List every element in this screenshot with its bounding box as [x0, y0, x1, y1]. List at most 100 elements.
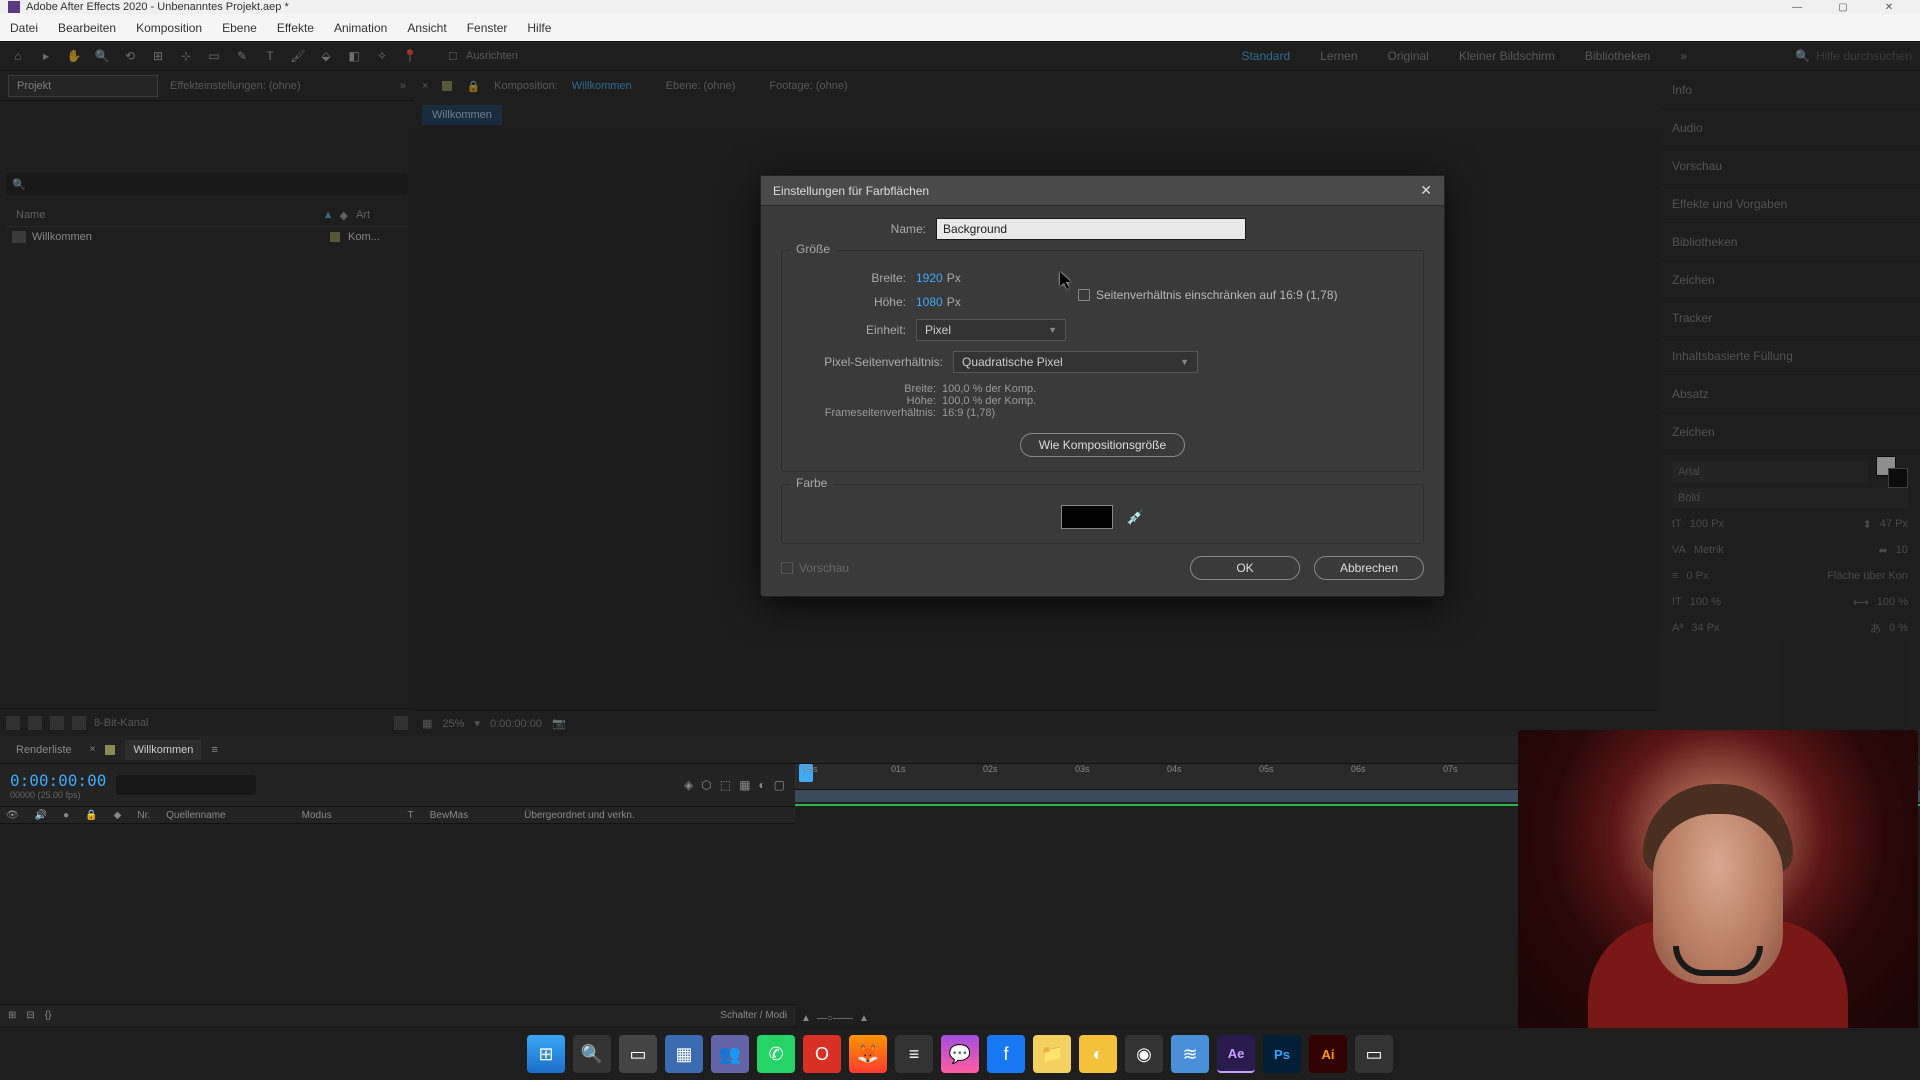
panel-absatz[interactable]: Absatz	[1660, 375, 1920, 413]
graph-editor-icon[interactable]: ▢	[774, 778, 785, 792]
resolution-dropdown[interactable]: ▾	[474, 717, 480, 730]
eraser-tool-icon[interactable]: ◧	[344, 46, 364, 66]
make-comp-size-button[interactable]: Wie Kompositionsgröße	[1020, 433, 1185, 457]
workspace-lernen[interactable]: Lernen	[1320, 49, 1357, 63]
menu-hilfe[interactable]: Hilfe	[527, 21, 551, 35]
brush-tool-icon[interactable]: 🖌	[288, 46, 308, 66]
cancel-button[interactable]: Abbrechen	[1314, 556, 1424, 580]
app-icon-last[interactable]: ▭	[1355, 1035, 1393, 1073]
toggle-switch-icon2[interactable]: ⊟	[26, 1010, 34, 1021]
vscale-value[interactable]: 100 %	[1690, 596, 1721, 608]
audio-col-icon[interactable]: 🔊	[35, 810, 47, 821]
lock-icon[interactable]: 🔒	[466, 80, 480, 93]
col-t[interactable]: T	[408, 810, 414, 821]
roto-tool-icon[interactable]: ✧	[372, 46, 392, 66]
dialog-titlebar[interactable]: Einstellungen für Farbflächen ✕	[761, 176, 1444, 206]
panel-info[interactable]: Info	[1660, 71, 1920, 109]
toggle-transfer-icon[interactable]: {}	[45, 1010, 52, 1021]
eye-col-icon[interactable]: 👁	[6, 810, 19, 821]
after-effects-icon[interactable]: Ae	[1217, 1035, 1255, 1073]
color-swatch-button[interactable]	[1061, 505, 1113, 529]
col-modus[interactable]: Modus	[302, 810, 332, 821]
tab-projekt[interactable]: Projekt	[8, 75, 158, 97]
solo-col-icon[interactable]: ●	[63, 810, 69, 821]
panel-audio[interactable]: Audio	[1660, 109, 1920, 147]
anchor-tool-icon[interactable]: ⊹	[176, 46, 196, 66]
name-input[interactable]	[936, 218, 1246, 240]
zoom-slider[interactable]: —○——	[817, 1013, 853, 1024]
panel-zeichen[interactable]: Zeichen	[1660, 261, 1920, 299]
teams-icon[interactable]: 👥	[711, 1035, 749, 1073]
toggle-switch-icon[interactable]: ⊞	[8, 1010, 16, 1021]
zoom-out-icon[interactable]: ▲	[801, 1013, 811, 1024]
app-icon-generic[interactable]: ≡	[895, 1035, 933, 1073]
zoom-value[interactable]: 25%	[442, 718, 464, 730]
close-dialog-button[interactable]: ✕	[1420, 182, 1432, 199]
font-size-value[interactable]: 100 Px	[1690, 518, 1724, 530]
close-tab-icon[interactable]: ×	[90, 744, 96, 755]
trash-icon[interactable]	[394, 716, 408, 730]
workspace-overflow-icon[interactable]: »	[1680, 49, 1687, 63]
tab-menu-icon[interactable]: ≡	[211, 744, 217, 756]
fill-over-stroke[interactable]: Fläche über Kon	[1827, 570, 1908, 582]
selection-tool-icon[interactable]: ▸	[36, 46, 56, 66]
leading-value[interactable]: 47 Px	[1880, 518, 1908, 530]
task-view-icon[interactable]: ▭	[619, 1035, 657, 1073]
menu-bearbeiten[interactable]: Bearbeiten	[58, 21, 116, 35]
col-name[interactable]: Name	[6, 209, 323, 222]
help-search[interactable]: 🔍 Hilfe durchsuchen	[1795, 49, 1912, 63]
app-icon-yellow[interactable]: ◐	[1079, 1035, 1117, 1073]
crumb-comp-name[interactable]: Willkommen	[572, 80, 632, 92]
hscale-value[interactable]: 100 %	[1877, 596, 1908, 608]
menu-komposition[interactable]: Komposition	[136, 21, 202, 35]
new-comp-icon[interactable]	[50, 716, 64, 730]
flowchart-tab-willkommen[interactable]: Willkommen	[422, 105, 502, 125]
baseline-value[interactable]: 34 Px	[1691, 622, 1719, 634]
new-folder-icon[interactable]	[28, 716, 42, 730]
stroke-width-value[interactable]: 0 Px	[1686, 570, 1708, 582]
label-col-icon[interactable]: ◆	[114, 810, 122, 821]
firefox-icon[interactable]: 🦊	[849, 1035, 887, 1073]
height-value[interactable]: 1080	[916, 295, 943, 309]
col-quellenname[interactable]: Quellenname	[166, 810, 225, 821]
width-value[interactable]: 1920	[916, 271, 943, 285]
tab-renderliste[interactable]: Renderliste	[8, 740, 80, 760]
zoom-in-icon[interactable]: ▲	[859, 1013, 869, 1024]
file-explorer-icon[interactable]: 📁	[1033, 1035, 1071, 1073]
workspace-bibliotheken[interactable]: Bibliotheken	[1585, 49, 1650, 63]
obs-icon[interactable]: ◉	[1125, 1035, 1163, 1073]
home-icon[interactable]: ⌂	[8, 46, 28, 66]
menu-ansicht[interactable]: Ansicht	[407, 21, 446, 35]
shape-tool-icon[interactable]: ▭	[204, 46, 224, 66]
menu-effekte[interactable]: Effekte	[277, 21, 314, 35]
eyedropper-icon[interactable]: 💉	[1127, 509, 1144, 526]
panel-zeichen2[interactable]: Zeichen	[1660, 413, 1920, 451]
kerning-value[interactable]: Metrik	[1694, 544, 1724, 556]
tsume-value[interactable]: 0 %	[1889, 622, 1908, 634]
taskbar-search-icon[interactable]: 🔍	[573, 1035, 611, 1073]
settings-icon[interactable]	[72, 716, 86, 730]
panel-tracker[interactable]: Tracker	[1660, 299, 1920, 337]
panel-inhaltsbasierte[interactable]: Inhaltsbasierte Füllung	[1660, 337, 1920, 375]
zoom-tool-icon[interactable]: 🔍	[92, 46, 112, 66]
interpret-icon[interactable]	[6, 716, 20, 730]
preview-checkbox[interactable]: Vorschau	[781, 561, 849, 575]
snap-checkbox-label[interactable]: Ausrichten	[466, 50, 518, 62]
start-button[interactable]: ⊞	[527, 1035, 565, 1073]
close-window-button[interactable]: ✕	[1866, 2, 1912, 13]
panel-menu-icon[interactable]: »	[400, 80, 406, 92]
type-tool-icon[interactable]: T	[260, 46, 280, 66]
menu-fenster[interactable]: Fenster	[467, 21, 508, 35]
camera-icon[interactable]: 📷	[552, 717, 566, 730]
draft3d-icon[interactable]: ⬡	[701, 778, 711, 792]
timeline-search-input[interactable]	[116, 775, 256, 795]
project-item-willkommen[interactable]: Willkommen Kom...	[6, 227, 408, 247]
par-select[interactable]: Quadratische Pixel▼	[953, 351, 1198, 373]
menu-datei[interactable]: Datei	[10, 21, 38, 35]
lock-aspect-checkbox[interactable]	[1078, 289, 1090, 301]
sort-arrow-icon[interactable]: ▲	[323, 209, 334, 222]
timeline-layers-area[interactable]	[0, 824, 795, 1004]
alpha-icon[interactable]: ▦	[422, 717, 432, 730]
fill-stroke-swatches[interactable]	[1876, 456, 1908, 488]
col-art[interactable]: Art	[348, 209, 408, 222]
